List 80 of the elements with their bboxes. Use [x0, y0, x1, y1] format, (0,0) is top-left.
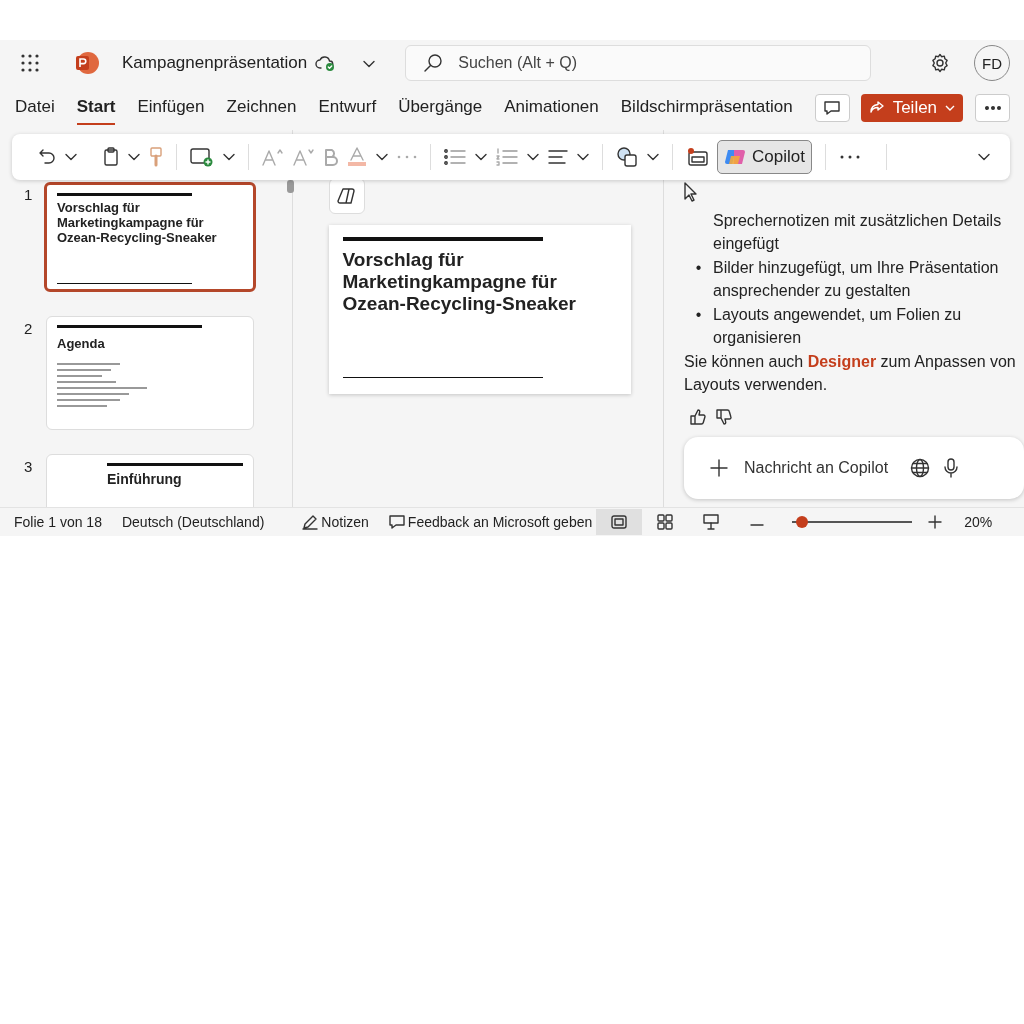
copilot-icon	[336, 187, 357, 205]
thumbs-up-icon[interactable]	[690, 408, 706, 425]
undo-icon[interactable]	[38, 148, 56, 166]
pen-icon	[302, 514, 319, 530]
copilot-list-item: Bilder hinzugefügt, um Ihre Präsentation ansprechender zu gestalten	[713, 257, 1000, 301]
slide-canvas[interactable]: Vorschlag für Marketingkampagne für Ozean-Recycling-Sneaker	[328, 225, 631, 394]
more-options-button[interactable]	[975, 94, 1010, 122]
copilot-button[interactable]: Copilot	[717, 140, 812, 174]
slide-count: Folie 1 von 18	[14, 514, 102, 530]
message-input[interactable]: Nachricht an Copilot	[742, 454, 896, 481]
clipboard-icon[interactable]	[103, 147, 119, 167]
thumbs-down-icon[interactable]	[716, 408, 732, 425]
settings-icon[interactable]	[930, 53, 950, 73]
chevron-down-icon	[945, 105, 956, 111]
slide-sorter-icon[interactable]	[657, 514, 674, 530]
comment-icon	[823, 100, 842, 116]
ribbon-tab[interactable]: Start	[76, 91, 116, 125]
normal-view-icon[interactable]	[611, 515, 628, 529]
chevron-down-icon[interactable]	[376, 153, 388, 161]
chevron-down-icon[interactable]	[527, 153, 539, 161]
ribbon-tab[interactable]: Animationen	[504, 91, 599, 125]
thumbnail-title: Vorschlag für Marketingkampagne für Ozean-Recycling-Sneaker	[57, 200, 218, 245]
chevron-down-icon[interactable]	[978, 153, 990, 161]
new-slide-icon[interactable]	[190, 147, 214, 167]
ribbon-tab[interactable]: Einfügen	[137, 91, 205, 125]
zoom-out-icon[interactable]	[750, 523, 765, 527]
globe-icon	[910, 457, 930, 478]
cursor-icon	[684, 182, 698, 202]
language-status[interactable]: Deutsch (Deutschland)	[121, 514, 265, 530]
bullet-list-icon[interactable]	[444, 148, 466, 166]
slide-thumbnail[interactable]: Vorschlag für Marketingkampagne für Ozean-Recycling-Sneaker	[44, 182, 256, 292]
slide-number: 1	[24, 185, 34, 205]
thumbnail-title: Einführung	[107, 472, 183, 487]
ribbon-tab[interactable]: Entwurf	[318, 91, 377, 125]
align-text-icon[interactable]	[548, 149, 568, 165]
bullet-marker: •	[695, 258, 702, 276]
microphone-icon[interactable]	[944, 457, 958, 478]
thumbnail-title: Agenda	[57, 336, 106, 351]
designer-icon[interactable]	[686, 147, 708, 167]
copilot-list-item: Sprechernotizen mit zusätzlichen Details eingefügt	[713, 210, 1003, 254]
feedback-button[interactable]: Feedback an Microsoft geben	[388, 514, 593, 530]
slide-title[interactable]: Vorschlag für Marketingkampagne für Ozean-Recycling-Sneaker	[342, 249, 617, 315]
add-icon[interactable]	[710, 458, 728, 477]
scrollbar-thumb[interactable]	[287, 180, 294, 193]
copilot-message: Sie können auch Designer zum Anpassen von Layouts verwenden.	[684, 351, 1017, 395]
more-icon[interactable]	[838, 155, 861, 159]
chevron-down-icon[interactable]	[223, 153, 235, 161]
chevron-down-icon[interactable]	[128, 153, 140, 161]
ribbon-tab[interactable]: Bildschirmpräsentation	[620, 91, 793, 125]
notes-button[interactable]: Notizen	[302, 514, 369, 530]
zoom-level[interactable]: 20%	[964, 514, 993, 530]
slide-number: 2	[24, 319, 34, 339]
shapes-icon[interactable]	[616, 146, 638, 168]
font-color-icon[interactable]	[347, 147, 367, 167]
comment-icon	[388, 514, 405, 530]
zoom-slider[interactable]	[792, 516, 913, 528]
slide-thumbnail[interactable]: Agenda	[46, 316, 254, 430]
chevron-down-icon[interactable]	[475, 153, 487, 161]
slide-thumbnail[interactable]: Einführung	[46, 454, 254, 507]
app-launcher-icon[interactable]	[20, 53, 40, 73]
presenter-view-icon[interactable]	[703, 514, 720, 530]
ribbon-tab[interactable]: Übergänge	[398, 91, 483, 125]
share-button[interactable]: Teilen	[860, 94, 964, 122]
bullet-marker: •	[695, 305, 702, 323]
comments-button[interactable]	[814, 94, 850, 122]
ribbon-tab[interactable]: Datei	[15, 91, 55, 125]
chevron-down-icon[interactable]	[647, 153, 659, 161]
chevron-down-icon[interactable]	[577, 153, 589, 161]
ribbon-tab[interactable]: Zeichnen	[226, 91, 297, 125]
view-button[interactable]	[596, 509, 643, 535]
search-field[interactable]: Suchen (Alt + Q)	[405, 45, 872, 81]
copilot-icon-button[interactable]	[328, 178, 365, 214]
zoom-in-icon[interactable]	[928, 515, 943, 529]
search-icon	[423, 53, 444, 73]
app-logo-icon	[74, 50, 100, 76]
chevron-down-icon[interactable]	[363, 60, 376, 68]
more-icon	[984, 106, 1001, 110]
file-name[interactable]: Kampagnenpräsentation	[122, 53, 308, 73]
chevron-down-icon[interactable]	[65, 153, 77, 161]
slide-number: 3	[24, 457, 34, 477]
